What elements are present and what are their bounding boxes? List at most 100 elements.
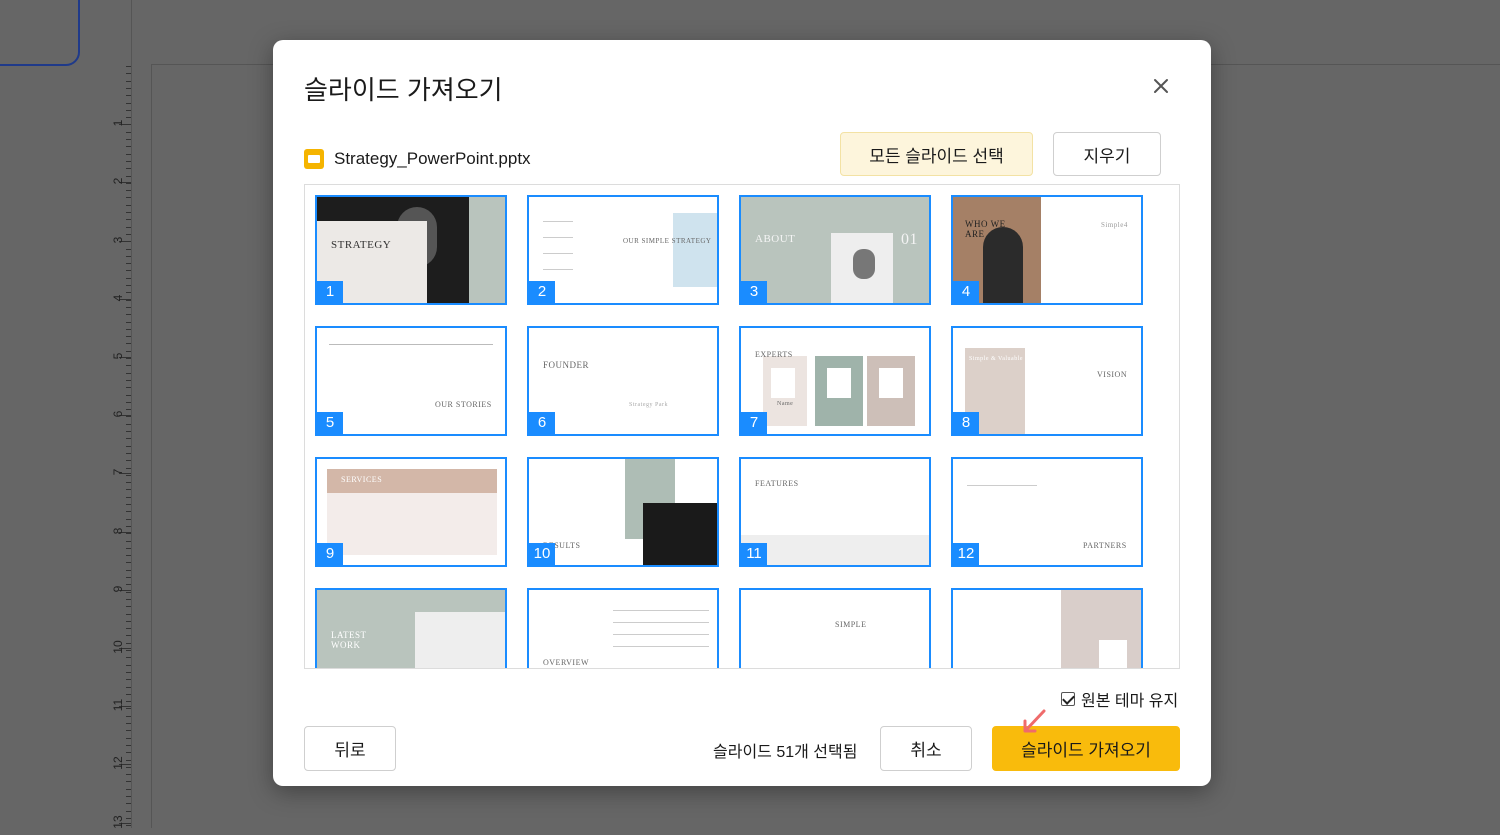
slide-number: 3 bbox=[741, 281, 767, 303]
back-button[interactable]: 뒤로 bbox=[304, 726, 396, 771]
slide-thumbnail[interactable] bbox=[951, 588, 1143, 668]
slide-thumbnail[interactable]: SIMPLE bbox=[739, 588, 931, 668]
ruler-tick bbox=[126, 562, 131, 564]
slide-title: VISION bbox=[1097, 370, 1128, 379]
keep-theme-label: 원본 테마 유지 bbox=[1081, 693, 1179, 710]
ruler-tick bbox=[126, 598, 131, 600]
ruler-tick bbox=[126, 540, 131, 542]
ruler-tick bbox=[126, 328, 131, 330]
slide-thumbnail[interactable]: PARTNERS 12 bbox=[951, 457, 1143, 567]
slide-title: FOUNDER bbox=[543, 360, 590, 370]
ruler-label: 7 bbox=[111, 469, 125, 476]
ruler-label: 9 bbox=[111, 585, 125, 593]
select-all-slides-button[interactable]: 모든 슬라이드 선택 bbox=[840, 132, 1033, 176]
slide-thumbnail[interactable]: OUR SIMPLE STRATEGY 2 bbox=[527, 195, 719, 305]
ruler-tick bbox=[126, 584, 131, 586]
ruler-tick bbox=[126, 409, 131, 411]
slide-number: 5 bbox=[317, 412, 343, 434]
slide-thumbnail[interactable]: SERVICES 9 bbox=[315, 457, 507, 567]
ruler-tick bbox=[126, 781, 131, 783]
slide-number: 11 bbox=[741, 543, 767, 565]
ruler-tick bbox=[126, 671, 131, 673]
ruler-label: 3 bbox=[111, 236, 125, 243]
ruler-tick bbox=[126, 314, 131, 316]
editor-shape-outline bbox=[0, 0, 80, 66]
ruler-tick bbox=[126, 518, 131, 520]
ruler-tick bbox=[126, 102, 131, 104]
ruler-tick bbox=[126, 87, 131, 89]
ruler-tick bbox=[126, 693, 131, 695]
ruler-tick bbox=[126, 796, 131, 797]
slide-title: LATEST WORK bbox=[331, 630, 367, 650]
ruler-tick bbox=[126, 66, 131, 67]
ruler-tick bbox=[126, 686, 131, 688]
ruler-tick bbox=[126, 715, 131, 717]
ruler-label: 8 bbox=[111, 527, 125, 534]
ruler-tick bbox=[126, 255, 131, 257]
ruler-tick bbox=[126, 810, 131, 812]
slide-thumbnail[interactable]: EXPERTS Name 7 bbox=[739, 326, 931, 436]
ruler-label: 13 bbox=[111, 814, 125, 829]
ruler-label: 5 bbox=[111, 352, 125, 360]
slide-extra: Simple4 bbox=[1101, 221, 1128, 229]
slide-number: 7 bbox=[741, 412, 767, 434]
ruler-tick bbox=[126, 379, 131, 381]
slide-thumbnail[interactable]: FEATURES 11 bbox=[739, 457, 931, 567]
ruler-tick bbox=[126, 139, 131, 140]
slide-thumbnail[interactable]: FOUNDER Strategy Park 6 bbox=[527, 326, 719, 436]
ruler-tick bbox=[126, 591, 131, 593]
selection-status: 슬라이드 51개 선택됨 bbox=[713, 744, 858, 761]
ruler-tick bbox=[126, 263, 131, 265]
ruler-label: 10 bbox=[111, 640, 125, 654]
ruler-tick bbox=[126, 175, 131, 177]
cancel-button[interactable]: 취소 bbox=[880, 726, 972, 771]
slide-title: WHO WE ARE bbox=[965, 219, 1006, 239]
slide-thumbnail[interactable]: LATEST WORK bbox=[315, 588, 507, 668]
slides-file-icon bbox=[304, 149, 324, 169]
vertical-ruler: 1 2 3 4 5 6 7 8 9 10 11 12 13 bbox=[105, 0, 132, 828]
slide-thumbnail[interactable]: OUR STORIES 5 bbox=[315, 326, 507, 436]
slide-title: PARTNERS bbox=[1083, 541, 1127, 550]
keep-theme-checkbox[interactable] bbox=[1061, 692, 1075, 706]
slide-number: 4 bbox=[953, 281, 979, 303]
ruler-tick bbox=[126, 117, 131, 119]
annotation-arrow-icon bbox=[1023, 709, 1046, 733]
slide-title: STRATEGY bbox=[331, 239, 392, 251]
slide-title: OUR STORIES bbox=[435, 400, 492, 409]
slide-title: OUR SIMPLE STRATEGY bbox=[623, 237, 712, 245]
slide-thumbnail[interactable]: VISION Simple & Valuable 8 bbox=[951, 326, 1143, 436]
close-icon[interactable] bbox=[1149, 74, 1173, 98]
slide-thumbnail[interactable]: ABOUT 01 3 bbox=[739, 195, 931, 305]
ruler-tick bbox=[126, 350, 131, 352]
ruler-tick bbox=[126, 248, 131, 250]
source-file: Strategy_PowerPoint.pptx bbox=[304, 146, 531, 172]
ruler-tick bbox=[126, 474, 131, 476]
ruler-label: 2 bbox=[111, 178, 125, 185]
ruler-label: 1 bbox=[111, 119, 125, 127]
dialog-title: 슬라이드 가져오기 bbox=[304, 75, 503, 105]
slide-extra: 01 bbox=[901, 231, 918, 248]
ruler-tick bbox=[126, 445, 131, 447]
ruler-label: 12 bbox=[111, 756, 125, 771]
slide-number: 9 bbox=[317, 543, 343, 565]
ruler-tick bbox=[126, 744, 131, 746]
ruler-tick bbox=[126, 460, 131, 462]
slide-title: SERVICES bbox=[341, 475, 383, 484]
ruler-tick bbox=[126, 642, 131, 644]
ruler-tick bbox=[126, 547, 131, 549]
slide-thumbnail[interactable]: WHO WE ARE Simple4 4 bbox=[951, 195, 1143, 305]
ruler-tick bbox=[126, 723, 131, 724]
file-name: Strategy_PowerPoint.pptx bbox=[334, 149, 531, 168]
slide-thumbnail[interactable]: STRATEGY 1 bbox=[315, 195, 507, 305]
ruler-tick bbox=[126, 204, 131, 206]
slide-number: 1 bbox=[317, 281, 343, 303]
clear-selection-button[interactable]: 지우기 bbox=[1053, 132, 1161, 176]
ruler-tick bbox=[126, 343, 131, 345]
ruler-tick bbox=[126, 212, 131, 213]
ruler-tick bbox=[126, 219, 131, 221]
keep-theme-option[interactable]: 원본 테마 유지 bbox=[1061, 687, 1178, 711]
slide-thumbnail[interactable]: OVERVIEW bbox=[527, 588, 719, 668]
slide-thumbnail[interactable]: RESULTS 10 bbox=[527, 457, 719, 567]
ruler-tick bbox=[126, 533, 131, 535]
slide-title: EXPERTS bbox=[755, 350, 793, 359]
